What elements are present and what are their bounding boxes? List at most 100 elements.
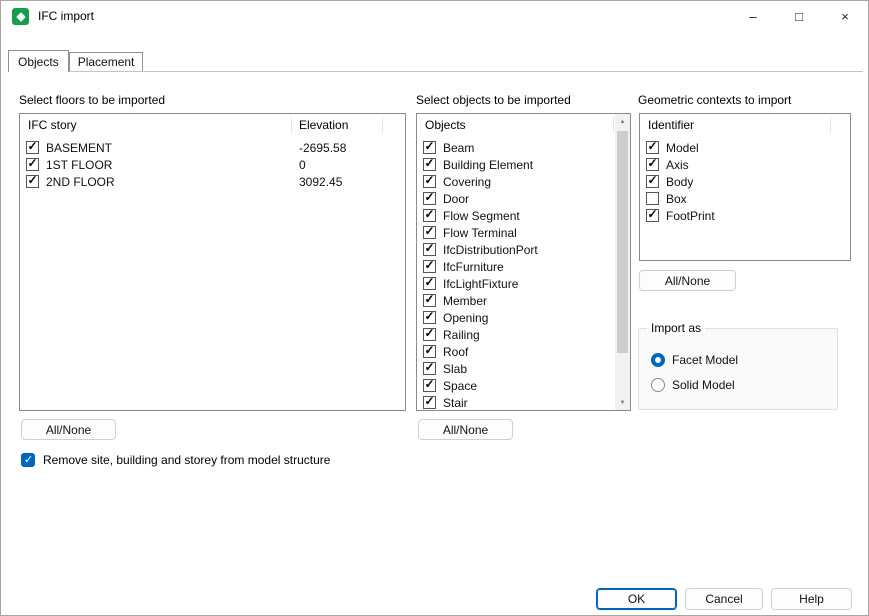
object-name: Flow Segment: [443, 209, 520, 223]
column-header-ifc-story[interactable]: IFC story: [28, 118, 77, 132]
object-checkbox[interactable]: [423, 379, 436, 392]
floor-elevation: 3092.45: [299, 175, 342, 189]
floor-name: BASEMENT: [46, 141, 112, 155]
context-checkbox[interactable]: [646, 175, 659, 188]
object-checkbox[interactable]: [423, 328, 436, 341]
contexts-list[interactable]: Identifier Model Axis Body: [639, 113, 851, 261]
object-checkbox[interactable]: [423, 396, 436, 409]
radio-label: Facet Model: [672, 353, 738, 367]
object-row[interactable]: Slab: [417, 360, 615, 377]
tab-placement[interactable]: Placement: [69, 52, 144, 71]
object-checkbox[interactable]: [423, 311, 436, 324]
object-name: Covering: [443, 175, 491, 189]
context-row[interactable]: Axis: [640, 156, 850, 173]
object-row[interactable]: Building Element: [417, 156, 615, 173]
floor-checkbox[interactable]: [26, 175, 39, 188]
scroll-up-icon[interactable]: ▲: [615, 114, 630, 129]
objects-list[interactable]: Objects Beam Building Element Covering: [416, 113, 631, 411]
minimize-icon: –: [749, 9, 756, 24]
object-row[interactable]: IfcDistributionPort: [417, 241, 615, 258]
object-row[interactable]: Space: [417, 377, 615, 394]
object-row[interactable]: Roof: [417, 343, 615, 360]
floor-checkbox[interactable]: [26, 141, 39, 154]
object-checkbox[interactable]: [423, 158, 436, 171]
radio-icon[interactable]: [651, 378, 665, 392]
floor-elevation: -2695.58: [299, 141, 346, 155]
context-checkbox[interactable]: [646, 158, 659, 171]
maximize-button[interactable]: □: [776, 1, 822, 31]
object-name: IfcDistributionPort: [443, 243, 538, 257]
cancel-button[interactable]: Cancel: [685, 588, 763, 610]
floors-section-label: Select floors to be imported: [19, 93, 165, 107]
object-checkbox[interactable]: [423, 294, 436, 307]
column-header-objects[interactable]: Objects: [425, 118, 466, 132]
titlebar: IFC import – □ ×: [1, 1, 868, 31]
floor-name: 2ND FLOOR: [46, 175, 115, 189]
context-row[interactable]: FootPrint: [640, 207, 850, 224]
objects-all-none-button[interactable]: All/None: [418, 419, 513, 440]
floors-all-none-button[interactable]: All/None: [21, 419, 116, 440]
tab-objects[interactable]: Objects: [8, 50, 69, 72]
object-name: Beam: [443, 141, 474, 155]
object-row[interactable]: Beam: [417, 139, 615, 156]
remove-structure-checkbox[interactable]: [21, 453, 35, 467]
object-checkbox[interactable]: [423, 192, 436, 205]
object-name: Flow Terminal: [443, 226, 517, 240]
scroll-down-icon[interactable]: ▼: [615, 395, 630, 410]
object-checkbox[interactable]: [423, 141, 436, 154]
objects-scrollbar[interactable]: ▲ ▼: [615, 114, 630, 410]
radio-icon[interactable]: [651, 353, 665, 367]
object-checkbox[interactable]: [423, 260, 436, 273]
object-row[interactable]: Flow Terminal: [417, 224, 615, 241]
context-row[interactable]: Box: [640, 190, 850, 207]
floor-checkbox[interactable]: [26, 158, 39, 171]
context-checkbox[interactable]: [646, 141, 659, 154]
column-header-identifier[interactable]: Identifier: [648, 118, 694, 132]
object-checkbox[interactable]: [423, 345, 436, 358]
floor-row[interactable]: 1ST FLOOR 0: [20, 156, 405, 173]
import-as-option[interactable]: Solid Model: [651, 376, 738, 394]
object-checkbox[interactable]: [423, 209, 436, 222]
close-button[interactable]: ×: [822, 1, 868, 31]
context-row[interactable]: Body: [640, 173, 850, 190]
object-checkbox[interactable]: [423, 277, 436, 290]
object-row[interactable]: Covering: [417, 173, 615, 190]
object-row[interactable]: IfcFurniture: [417, 258, 615, 275]
floor-row[interactable]: 2ND FLOOR 3092.45: [20, 173, 405, 190]
object-name: Space: [443, 379, 477, 393]
object-checkbox[interactable]: [423, 175, 436, 188]
object-row[interactable]: Member: [417, 292, 615, 309]
contexts-all-none-button[interactable]: All/None: [639, 270, 736, 291]
floor-name: 1ST FLOOR: [46, 158, 112, 172]
minimize-button[interactable]: –: [730, 1, 776, 31]
object-row[interactable]: IfcLightFixture: [417, 275, 615, 292]
contexts-section-label: Geometric contexts to import: [638, 93, 791, 107]
import-as-option[interactable]: Facet Model: [651, 351, 738, 369]
objects-list-header: Objects: [417, 114, 630, 136]
ok-button[interactable]: OK: [596, 588, 677, 610]
scrollbar-thumb[interactable]: [617, 131, 628, 353]
object-name: Opening: [443, 311, 488, 325]
object-name: IfcFurniture: [443, 260, 504, 274]
remove-structure-option[interactable]: Remove site, building and storey from mo…: [21, 453, 330, 467]
context-checkbox[interactable]: [646, 192, 659, 205]
floors-list-header: IFC story Elevation: [20, 114, 405, 136]
context-row[interactable]: Model: [640, 139, 850, 156]
context-checkbox[interactable]: [646, 209, 659, 222]
object-row[interactable]: Door: [417, 190, 615, 207]
object-checkbox[interactable]: [423, 226, 436, 239]
help-button[interactable]: Help: [771, 588, 852, 610]
import-as-options: Facet Model Solid Model: [651, 351, 738, 394]
object-row[interactable]: Stair: [417, 394, 615, 410]
object-row[interactable]: Opening: [417, 309, 615, 326]
object-row[interactable]: Flow Segment: [417, 207, 615, 224]
floors-list[interactable]: IFC story Elevation BASEMENT -2695.58 1S…: [19, 113, 406, 411]
object-row[interactable]: Railing: [417, 326, 615, 343]
context-name: Axis: [666, 158, 689, 172]
object-checkbox[interactable]: [423, 362, 436, 375]
tab-strip: Objects Placement: [8, 50, 143, 72]
column-header-elevation[interactable]: Elevation: [299, 118, 348, 132]
floor-row[interactable]: BASEMENT -2695.58: [20, 139, 405, 156]
floors-rows: BASEMENT -2695.58 1ST FLOOR 0 2ND FLOOR …: [20, 136, 405, 410]
object-checkbox[interactable]: [423, 243, 436, 256]
